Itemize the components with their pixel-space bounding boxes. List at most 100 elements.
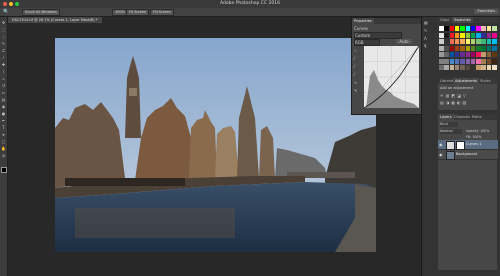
move-tool-icon[interactable]: ✥ — [1, 20, 6, 25]
color-swatch[interactable] — [492, 58, 497, 64]
color-swatch[interactable] — [454, 45, 460, 51]
history-brush-tool-icon[interactable]: ↺ — [1, 83, 6, 88]
character-panel-icon[interactable]: A — [424, 36, 427, 41]
adjustment-icons-row-2[interactable]: ▤◑▦◐▨ — [440, 100, 468, 105]
color-swatch[interactable] — [439, 65, 444, 70]
color-swatch[interactable] — [444, 65, 449, 70]
opacity-field[interactable]: Opacity: 100% — [466, 129, 489, 134]
color-swatch[interactable] — [492, 45, 497, 51]
eraser-tool-icon[interactable]: ▭ — [1, 90, 6, 95]
color-swatch[interactable] — [481, 32, 486, 38]
brush-tool-icon[interactable]: ∕ — [1, 69, 6, 74]
color-swatch[interactable] — [460, 39, 465, 44]
white-point-eyedropper-icon[interactable]: ⁄ — [354, 72, 355, 77]
auto-button[interactable]: Auto — [396, 39, 412, 44]
color-swatch[interactable] — [492, 65, 497, 70]
color-swatch[interactable] — [476, 52, 481, 57]
document-tab[interactable]: DSC2514.tif @ 26.7% (Curves 1, Layer Mas… — [8, 17, 102, 23]
color-swatch[interactable] — [481, 58, 486, 64]
color-swatch[interactable] — [470, 65, 476, 70]
layer-row[interactable]: ◉ Curves 1 — [438, 140, 498, 150]
clone-stamp-tool-icon[interactable]: ⊥ — [1, 76, 6, 81]
gray-point-eyedropper-icon[interactable]: ⁄ — [354, 64, 355, 69]
color-swatch[interactable] — [465, 32, 471, 38]
fill-screen-button[interactable]: Fill Screen — [150, 9, 174, 16]
color-swatch[interactable] — [444, 32, 449, 38]
color-swatch[interactable] — [470, 58, 476, 64]
color-swatch[interactable] — [492, 32, 497, 38]
zoom-tool-icon[interactable]: ⊕ — [1, 153, 6, 158]
paragraph-panel-icon[interactable]: ¶ — [424, 44, 427, 49]
black-point-eyedropper-icon[interactable]: ⁄ — [354, 56, 355, 61]
color-swatch[interactable] — [465, 26, 471, 31]
quick-select-tool-icon[interactable]: ✎ — [1, 41, 6, 46]
history-panel-icon[interactable]: ▦ — [424, 20, 428, 25]
document-image[interactable] — [55, 38, 376, 252]
color-swatch[interactable] — [449, 39, 455, 44]
color-swatch[interactable] — [492, 39, 497, 44]
color-swatch[interactable] — [454, 65, 460, 70]
curve-point-icon[interactable]: ∿ — [354, 80, 357, 85]
color-swatch[interactable] — [454, 26, 460, 31]
blend-mode-select[interactable]: Normal — [440, 129, 462, 134]
color-swatch[interactable] — [444, 52, 449, 57]
color-swatch[interactable] — [439, 26, 444, 31]
color-swatch[interactable] — [470, 45, 476, 51]
adjustment-icons-row-1[interactable]: ☀▥◩◪▽ — [440, 93, 468, 98]
gradient-tool-icon[interactable]: ▤ — [1, 97, 6, 102]
color-swatch[interactable] — [486, 39, 492, 44]
color-swatch[interactable] — [476, 39, 481, 44]
color-swatch[interactable] — [454, 58, 460, 64]
color-swatch[interactable] — [444, 45, 449, 51]
color-swatch[interactable] — [486, 65, 492, 70]
color-swatch[interactable] — [481, 45, 486, 51]
visibility-eye-icon[interactable]: ◉ — [439, 152, 443, 157]
color-swatch[interactable] — [439, 39, 444, 44]
color-swatch[interactable] — [449, 52, 455, 57]
pen-tool-icon[interactable]: ✒ — [1, 118, 6, 123]
color-swatch[interactable] — [460, 52, 465, 57]
curves-preset-select[interactable]: Custom — [354, 32, 402, 39]
color-swatch[interactable] — [486, 32, 492, 38]
blur-tool-icon[interactable]: ◆ — [1, 104, 6, 109]
color-swatch[interactable] — [460, 65, 465, 70]
color-swatch[interactable] — [481, 52, 486, 57]
color-swatch[interactable] — [470, 32, 476, 38]
color-swatch[interactable] — [449, 45, 455, 51]
color-swatch[interactable] — [492, 26, 497, 31]
color-swatch[interactable] — [460, 45, 465, 51]
color-swatch[interactable] — [449, 65, 455, 70]
lasso-tool-icon[interactable]: ◌ — [1, 34, 6, 39]
color-swatch[interactable] — [481, 39, 486, 44]
color-swatch[interactable] — [444, 58, 449, 64]
hand-tool-icon[interactable]: ✋ — [1, 146, 6, 151]
curves-graph[interactable] — [364, 46, 419, 108]
layer-row[interactable]: ◉ Background — [438, 150, 498, 160]
eyedropper-tool-icon[interactable]: ⁄ — [1, 55, 6, 60]
color-swatch[interactable] — [481, 65, 486, 70]
color-swatch[interactable] — [444, 26, 449, 31]
color-swatch[interactable] — [486, 58, 492, 64]
color-swatch[interactable] — [476, 45, 481, 51]
color-swatch[interactable] — [470, 52, 476, 57]
crop-tool-icon[interactable]: ⌗ — [1, 48, 6, 53]
color-swatch[interactable] — [465, 52, 471, 57]
scroll-all-windows-button[interactable]: Scroll All Windows — [22, 9, 60, 16]
target-adjust-icon[interactable]: ☝ — [354, 48, 356, 53]
color-swatch[interactable] — [476, 58, 481, 64]
color-swatch[interactable] — [476, 32, 481, 38]
dodge-tool-icon[interactable]: ● — [1, 111, 6, 116]
fit-screen-button[interactable]: Fit Screen — [126, 9, 150, 16]
tab-swatches[interactable]: Swatches — [452, 17, 473, 23]
color-swatch[interactable] — [470, 39, 476, 44]
color-swatch[interactable] — [454, 52, 460, 57]
color-swatch[interactable] — [444, 39, 449, 44]
color-swatch[interactable] — [454, 32, 460, 38]
type-tool-icon[interactable]: T — [1, 125, 6, 130]
color-swatch[interactable] — [449, 32, 455, 38]
color-swatch[interactable] — [439, 52, 444, 57]
pencil-icon[interactable]: ✎ — [354, 88, 357, 93]
color-swatch[interactable] — [486, 52, 492, 57]
color-swatch[interactable] — [465, 65, 471, 70]
color-swatch[interactable] — [454, 39, 460, 44]
